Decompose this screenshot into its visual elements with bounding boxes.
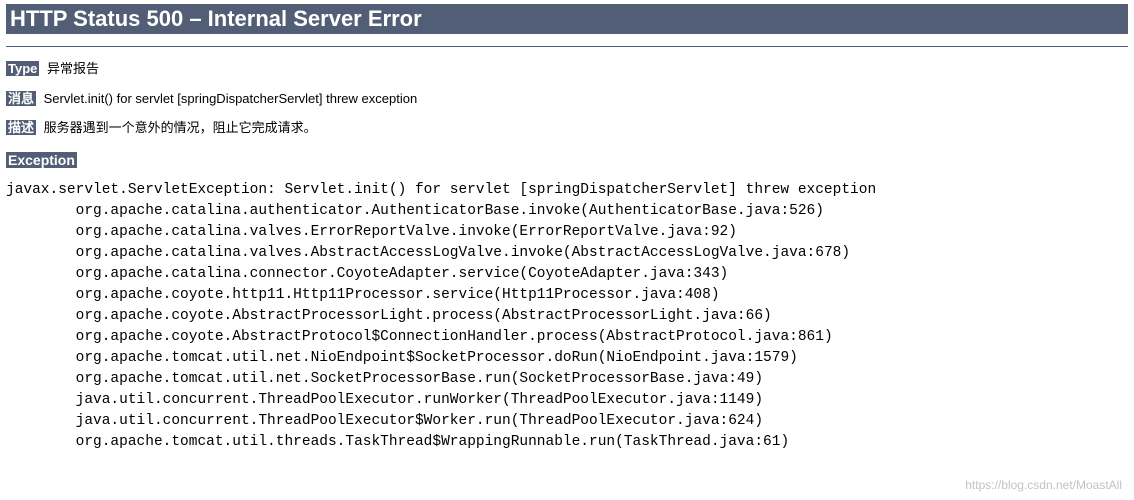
description-row: 描述 服务器遇到一个意外的情况，阻止它完成请求。	[6, 118, 1128, 138]
exception-header: Exception	[6, 152, 1128, 170]
description-value: 服务器遇到一个意外的情况，阻止它完成请求。	[44, 120, 317, 135]
type-row: Type 异常报告	[6, 59, 1128, 79]
exception-label: Exception	[6, 152, 77, 168]
type-value: 异常报告	[47, 61, 99, 76]
watermark-text: https://blog.csdn.net/MoastAll	[965, 478, 1122, 492]
description-label: 描述	[6, 120, 36, 135]
page-title: HTTP Status 500 – Internal Server Error	[10, 6, 1124, 32]
message-row: 消息 Servlet.init() for servlet [springDis…	[6, 89, 1128, 109]
error-title-bar: HTTP Status 500 – Internal Server Error	[6, 4, 1128, 34]
divider-line	[6, 46, 1128, 47]
message-label: 消息	[6, 91, 36, 106]
message-value: Servlet.init() for servlet [springDispat…	[44, 91, 418, 106]
stack-trace: javax.servlet.ServletException: Servlet.…	[6, 180, 1128, 453]
type-label: Type	[6, 61, 39, 76]
